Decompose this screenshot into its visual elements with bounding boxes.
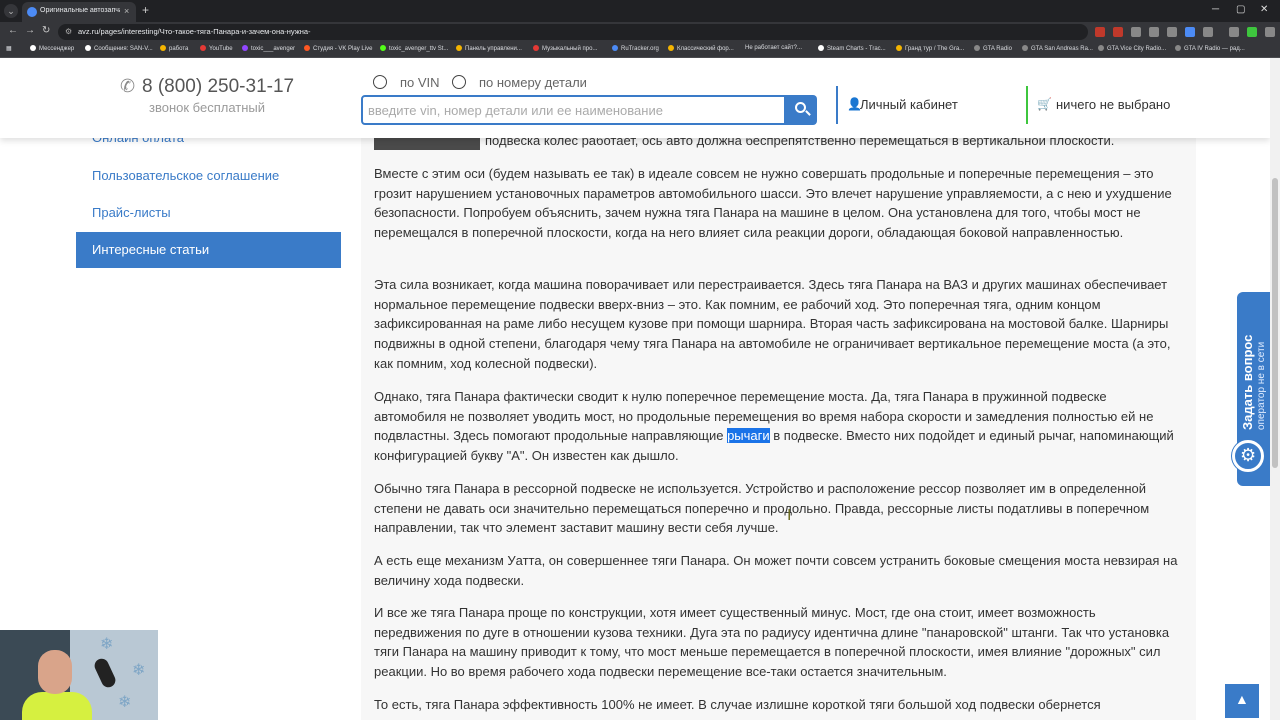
- article-paragraph: Обычно тяга Панара в рессорной подвеске …: [374, 481, 1150, 536]
- snowflake-icon: ❄: [118, 694, 132, 711]
- article-paragraph: То есть, тяга Панара эффективность 100% …: [374, 697, 1101, 712]
- divider: [1026, 86, 1028, 124]
- article-paragraph: А есть еще механизм Уатта, он совершенне…: [374, 553, 1178, 588]
- phone-icon: ✆: [120, 76, 136, 96]
- radio-vin[interactable]: [373, 75, 387, 89]
- text-cursor-icon: I: [787, 507, 792, 524]
- sidebar-item-interesting-articles[interactable]: Интересные статьи: [76, 232, 341, 268]
- menu-icon[interactable]: [1265, 27, 1275, 37]
- account-link[interactable]: Личный кабинет: [860, 97, 958, 112]
- person-head: [38, 650, 72, 694]
- bookmark-item[interactable]: RuTracker.org: [612, 45, 659, 52]
- bookmark-item[interactable]: Панель управлени...: [456, 45, 522, 52]
- minimize-icon[interactable]: ─: [1212, 4, 1219, 15]
- bookmark-item[interactable]: GTA Vice City Radio...: [1098, 45, 1166, 52]
- selected-text: рычаги: [727, 428, 770, 444]
- arrow-up-icon: ▲: [1235, 691, 1249, 707]
- back-icon[interactable]: ←: [8, 25, 18, 36]
- bookmark-item[interactable]: GTA San Andreas Ra...: [1022, 45, 1093, 52]
- site-favicon-icon: [27, 7, 37, 17]
- bookmark-item[interactable]: YouTube: [200, 45, 233, 52]
- webcam-overlay: ❄ ❄ ❄: [0, 630, 158, 720]
- bookmark-item[interactable]: toxic_avenger_ttv St...: [380, 45, 448, 52]
- sidebar-item-price-lists[interactable]: Прайс-листы: [76, 195, 341, 231]
- bookmark-item[interactable]: работа: [160, 45, 188, 52]
- tab-close-icon[interactable]: ×: [124, 6, 129, 16]
- extension-icon[interactable]: [1185, 27, 1195, 37]
- download-icon[interactable]: [1229, 27, 1239, 37]
- snowflake-icon: ❄: [100, 636, 114, 653]
- radio-vin-label[interactable]: по VIN: [400, 75, 440, 90]
- snowflake-icon: ❄: [132, 662, 146, 679]
- search-button[interactable]: [786, 95, 817, 125]
- phone-number[interactable]: 8 (800) 250-31-17: [142, 76, 294, 98]
- radio-part-number[interactable]: [452, 75, 466, 89]
- phone-subtitle: звонок бесплатный: [149, 100, 265, 115]
- apps-icon[interactable]: ▦: [6, 45, 12, 52]
- reload-icon[interactable]: ↻: [42, 25, 50, 36]
- bookmark-item[interactable]: GTA IV Radio — рад...: [1175, 45, 1245, 52]
- profile-icon[interactable]: [1247, 27, 1257, 37]
- bookmark-item[interactable]: Не работает сайт?...: [745, 45, 802, 51]
- article-paragraph: Однако, тяга Панара фактически сводит к …: [374, 389, 1174, 464]
- cart-icon: 🛒: [1037, 97, 1052, 111]
- radio-part-number-label[interactable]: по номеру детали: [479, 75, 587, 90]
- article-paragraph: Вместе с этим оси (будем называть ее так…: [374, 166, 1172, 241]
- tab-search-button[interactable]: ⌄: [4, 4, 18, 18]
- bookmark-item[interactable]: Студия - VK Play Live: [304, 45, 372, 52]
- browser-tab-bar: ⌄ Оригинальные автозапчасти и × + ─ ▢ ✕: [0, 0, 1280, 22]
- site-info-icon[interactable]: ⚙: [65, 27, 72, 36]
- bookmark-item[interactable]: Музыкальный про...: [533, 45, 597, 52]
- bookmark-item[interactable]: Классический фор...: [668, 45, 734, 52]
- extension-icon[interactable]: [1095, 27, 1105, 37]
- extension-icon[interactable]: [1131, 27, 1141, 37]
- extension-icon[interactable]: [1149, 27, 1159, 37]
- browser-tab[interactable]: Оригинальные автозапчасти и ×: [22, 2, 136, 22]
- maximize-icon[interactable]: ▢: [1236, 4, 1245, 15]
- bookmark-item[interactable]: GTA Radio: [974, 45, 1012, 52]
- scrollbar-thumb[interactable]: [1272, 178, 1278, 468]
- article-paragraph: Эта сила возникает, когда машина поворач…: [374, 277, 1171, 371]
- url-text: avz.ru/pages/interesting/Что-такое-тяга-…: [78, 27, 311, 36]
- tab-title: Оригинальные автозапчасти и: [40, 7, 120, 14]
- browser-toolbar: ← → ↻ ⚙ avz.ru/pages/interesting/Что-так…: [0, 22, 1280, 42]
- page-viewport: ✆ 8 (800) 250-31-17 звонок бесплатный по…: [0, 58, 1270, 720]
- chat-gear-icon[interactable]: ⚙: [1232, 440, 1264, 472]
- extension-icon[interactable]: [1167, 27, 1177, 37]
- ask-question-status: оператор не в сети: [1256, 341, 1267, 430]
- article-paragraph: И все же тяга Панара проще по конструкци…: [374, 605, 1170, 680]
- site-header: ✆ 8 (800) 250-31-17 звонок бесплатный по…: [0, 58, 1270, 138]
- bookmark-item[interactable]: Steam Charts - Trac...: [818, 45, 886, 52]
- bookmark-item[interactable]: toxic___avenger: [242, 45, 295, 52]
- address-bar[interactable]: ⚙ avz.ru/pages/interesting/Что-такое-тяг…: [58, 24, 1088, 40]
- puzzle-icon[interactable]: [1203, 27, 1213, 37]
- bookmark-item[interactable]: Сообщения: SAN-V...: [85, 45, 153, 52]
- close-window-icon[interactable]: ✕: [1260, 4, 1268, 15]
- bookmark-item[interactable]: Гранд тур / The Gra...: [896, 45, 964, 52]
- extension-icon[interactable]: [1113, 27, 1123, 37]
- new-tab-button[interactable]: +: [142, 3, 149, 17]
- sidebar-item-user-agreement[interactable]: Пользовательское соглашение: [76, 158, 341, 194]
- divider: [836, 86, 838, 124]
- person-body: [22, 692, 92, 720]
- page-scrollbar[interactable]: [1270, 58, 1280, 720]
- scroll-to-top-button[interactable]: ▲: [1225, 684, 1259, 718]
- bookmark-item[interactable]: Мессенджер: [30, 45, 74, 52]
- forward-icon[interactable]: →: [25, 25, 35, 36]
- search-input[interactable]: [361, 95, 786, 125]
- ask-question-title[interactable]: Задать вопрос: [1240, 240, 1255, 430]
- bookmarks-bar: ▦ Мессенджер Сообщения: SAN-V... работа …: [0, 42, 1280, 58]
- cart-status[interactable]: ничего не выбрано: [1056, 97, 1170, 112]
